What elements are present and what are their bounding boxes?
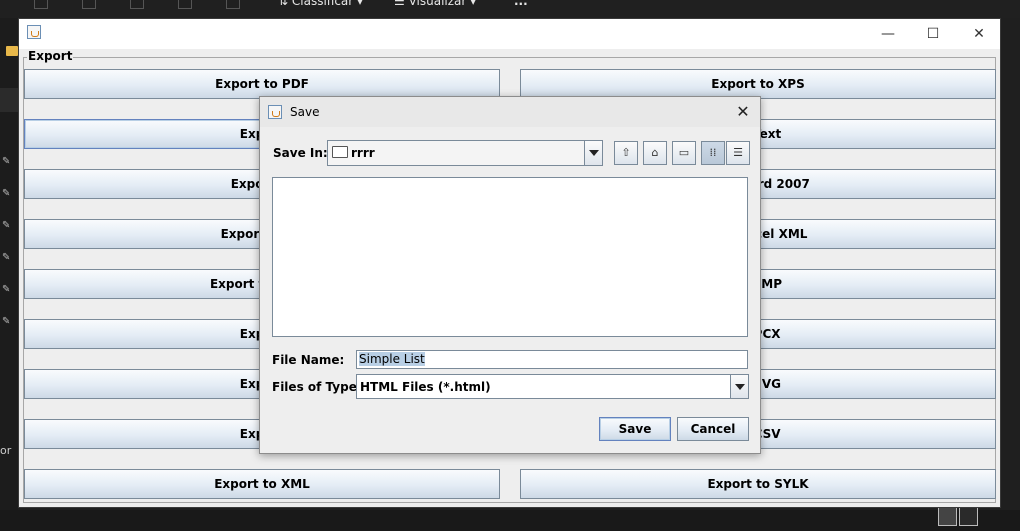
cut-icon[interactable]: [34, 0, 48, 9]
explorer-toolbar: ⇅ Classificar ▾ ☰ Visualizar ▾ ...: [0, 0, 1020, 18]
save-in-combobox[interactable]: rrrr: [327, 140, 603, 166]
new-folder-icon[interactable]: ▭: [672, 141, 696, 165]
dialog-close-button[interactable]: ✕: [732, 101, 754, 123]
minimize-button[interactable]: —: [876, 23, 900, 45]
home-icon[interactable]: ⌂: [643, 141, 667, 165]
pin-icon[interactable]: ✎: [2, 316, 10, 327]
cancel-button[interactable]: Cancel: [677, 417, 749, 441]
export-button[interactable]: Export to SYLK: [520, 469, 996, 499]
save-dialog: Save ✕ Save In: rrrr ⇧ ⌂ ▭ ⁞⁞ ☰ File Nam…: [259, 96, 761, 454]
pin-icon[interactable]: ✎: [2, 188, 10, 199]
file-name-input[interactable]: Simple List: [356, 350, 748, 369]
explorer-statusbar: [0, 510, 1020, 531]
java-app-icon: [268, 105, 282, 119]
sidebar-selection: [0, 88, 18, 112]
save-in-value: rrrr: [351, 146, 375, 160]
folder-icon: [332, 146, 348, 158]
chevron-down-icon[interactable]: [730, 375, 748, 398]
tiles-layout-button[interactable]: [959, 507, 978, 526]
save-button[interactable]: Save: [599, 417, 671, 441]
maximize-button[interactable]: ☐: [921, 23, 945, 45]
close-button[interactable]: ✕: [967, 23, 991, 45]
file-type-combobox[interactable]: HTML Files (*.html): [356, 374, 749, 399]
view-button[interactable]: ☰ Visualizar ▾: [394, 0, 476, 8]
more-options-button[interactable]: ...: [514, 0, 528, 8]
explorer-sidebar: ✎ ✎ ✎ ✎ ✎ ✎ or: [0, 18, 18, 531]
export-button[interactable]: Export to XML: [24, 469, 500, 499]
file-type-label: Files of Type:: [272, 380, 362, 394]
file-name-value: Simple List: [359, 352, 425, 366]
export-group-label: Export: [27, 49, 74, 63]
file-list[interactable]: [272, 177, 748, 337]
copy-icon[interactable]: [82, 0, 96, 9]
pin-icon[interactable]: ✎: [2, 220, 10, 231]
details-view-icon[interactable]: ☰: [726, 141, 750, 165]
java-app-icon: [27, 25, 41, 39]
pin-icon[interactable]: ✎: [2, 284, 10, 295]
file-name-label: File Name:: [272, 353, 345, 367]
export-button[interactable]: Export to PDF: [24, 69, 500, 99]
list-view-icon[interactable]: ⁞⁞: [701, 141, 725, 165]
details-layout-button[interactable]: [938, 507, 957, 526]
chevron-down-icon[interactable]: [584, 141, 602, 165]
paste-icon[interactable]: [130, 0, 144, 9]
export-button[interactable]: Export to XPS: [520, 69, 996, 99]
file-type-value: HTML Files (*.html): [360, 380, 491, 394]
window-titlebar: — ☐ ✕: [19, 19, 1000, 49]
dialog-title: Save: [290, 105, 320, 119]
save-in-label: Save In:: [273, 146, 328, 160]
folder-icon: [6, 46, 18, 56]
sort-button[interactable]: ⇅ Classificar ▾: [278, 0, 363, 8]
pin-icon[interactable]: ✎: [2, 252, 10, 263]
pin-icon[interactable]: ✎: [2, 156, 10, 167]
dialog-titlebar: Save ✕: [260, 97, 760, 127]
sidebar-text-fragment: or: [0, 444, 12, 457]
delete-icon[interactable]: [226, 0, 240, 9]
up-one-level-icon[interactable]: ⇧: [614, 141, 638, 165]
rename-icon[interactable]: [178, 0, 192, 9]
